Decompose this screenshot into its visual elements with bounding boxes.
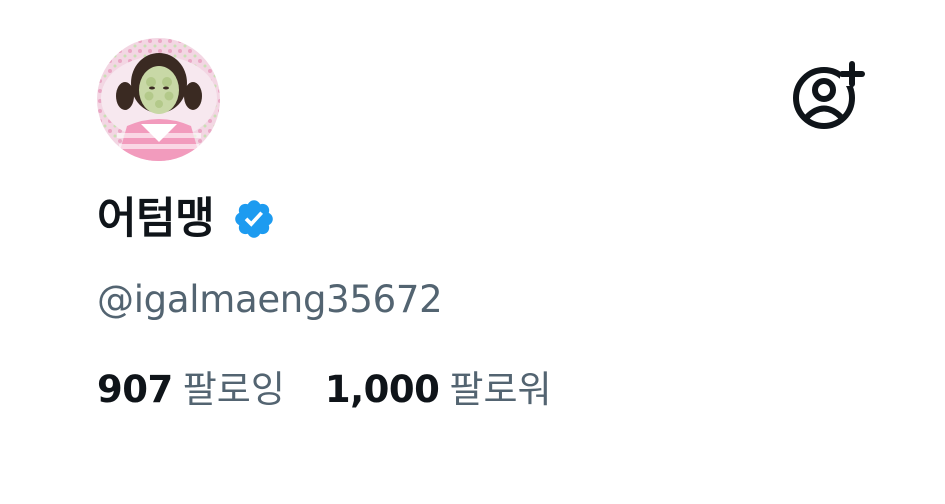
person-add-icon[interactable]	[790, 56, 866, 132]
following-label: 팔로잉	[182, 368, 285, 411]
avatar-image	[97, 38, 220, 161]
username-handle: @igalmaeng35672	[97, 278, 443, 321]
follow-stats: 907 팔로잉 1,000 팔로워	[97, 362, 552, 418]
followers-label: 팔로워	[449, 368, 552, 411]
verified-badge-icon	[232, 197, 276, 241]
following-link[interactable]: 907 팔로잉	[97, 362, 285, 418]
display-name: 어텀맹	[97, 194, 215, 244]
following-count: 907	[97, 368, 173, 411]
avatar[interactable]	[97, 38, 220, 161]
profile-card: 어텀맹 @igalmaeng35672 907 팔로잉 1,000 팔로워	[0, 0, 945, 504]
followers-count: 1,000	[324, 368, 440, 411]
name-row: 어텀맹	[97, 189, 276, 249]
followers-link[interactable]: 1,000 팔로워	[325, 362, 552, 418]
